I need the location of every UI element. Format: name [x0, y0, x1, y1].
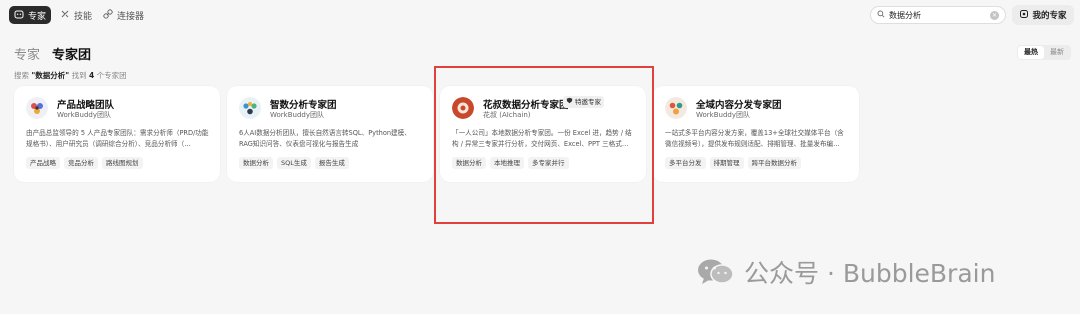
card-org: WorkBuddy团队	[270, 111, 324, 119]
result-prefix: 搜索	[14, 71, 29, 80]
sort-new[interactable]: 最新	[1044, 46, 1070, 59]
search-result-summary: 搜索 "数据分析" 找到 4 个专家团	[14, 70, 127, 81]
sort-toggle: 最热 最新	[1017, 45, 1071, 60]
my-experts-button[interactable]: 我的专家	[1012, 5, 1074, 25]
result-count: 4	[89, 71, 95, 80]
clear-icon[interactable]: ✕	[990, 10, 999, 20]
nav-tab-connectors-label: 连接器	[117, 11, 145, 22]
sort-hot[interactable]: 最热	[1018, 46, 1044, 59]
result-suffix: 个专家团	[96, 71, 127, 80]
tag: 排期管理	[709, 157, 744, 169]
card-description: 一站式多平台内容分发方案，覆盖13+全球社交媒体平台（含微信视频号），提供发布规…	[665, 129, 844, 148]
skill-icon	[60, 9, 70, 22]
expert-card[interactable]: 全域内容分发专家团 WorkBuddy团队 一站式多平台内容分发方案，覆盖13+…	[653, 86, 859, 182]
card-tags: 产品战略 竞品分析 路线图规划	[26, 157, 143, 169]
card-org: WorkBuddy团队	[57, 111, 111, 119]
nav-tab-connectors[interactable]: 连接器	[98, 6, 149, 24]
tag: 报告生成	[314, 157, 349, 169]
card-description: 6人AI数据分析团队，擅长自然语言转SQL、Python建模、RAG知识问答、仪…	[239, 129, 411, 148]
nav-tab-skills[interactable]: 技能	[55, 6, 97, 24]
wechat-icon	[696, 257, 736, 287]
result-query: "数据分析"	[31, 71, 70, 80]
tag: 多平台分发	[665, 157, 706, 169]
avatar	[26, 97, 48, 119]
tab-expert-teams[interactable]: 专家团	[52, 44, 91, 63]
my-experts-label: 我的专家	[1032, 11, 1067, 21]
nav-tab-experts[interactable]: 专家	[9, 6, 52, 24]
link-icon	[103, 8, 113, 22]
card-title: 智数分析专家团	[270, 100, 337, 111]
expert-card[interactable]: 产品战略团队 WorkBuddy团队 由产品总监领导的 5 人产品专家团队：需求…	[14, 86, 220, 182]
card-tags: 数据分析 SQL生成 报告生成	[239, 157, 349, 169]
section-tabs: 专家 专家团	[14, 44, 91, 63]
tag: 竞品分析	[64, 157, 98, 169]
tag: 数据分析	[239, 157, 273, 169]
expert-icon	[14, 9, 24, 22]
search-icon	[877, 10, 885, 20]
avatar	[239, 97, 261, 119]
nav-tab-skills-label: 技能	[74, 11, 93, 22]
nav-tab-experts-label: 专家	[28, 11, 47, 22]
card-description: 由产品总监领导的 5 人产品专家团队：需求分析师（PRD/功能规格书）、用户研究…	[26, 129, 209, 148]
card-tags: 多平台分发 排期管理 跨平台数据分析	[665, 157, 801, 169]
highlight-annotation-box	[434, 66, 654, 224]
result-middle: 找到	[71, 71, 87, 80]
card-title: 全域内容分发专家团	[696, 100, 782, 111]
card-org: WorkBuddy团队	[696, 111, 750, 119]
watermark-text: 公众号 · BubbleBrain	[744, 259, 996, 288]
tag: 产品战略	[26, 157, 60, 169]
search-box[interactable]: ✕	[870, 6, 1006, 24]
tag: 路线图规划	[102, 157, 143, 169]
tag: 跨平台数据分析	[747, 157, 801, 169]
watermark: 公众号 · BubbleBrain	[696, 254, 995, 290]
tag: SQL生成	[277, 157, 311, 169]
top-bar: 专家 技能 连接器 ✕ 我的专家	[0, 0, 1080, 30]
card-title: 产品战略团队	[57, 100, 115, 111]
expert-card[interactable]: 智数分析专家团 WorkBuddy团队 6人AI数据分析团队，擅长自然语言转SQ…	[227, 86, 433, 182]
avatar	[665, 97, 687, 119]
badge-icon	[1019, 9, 1029, 22]
search-input[interactable]	[889, 10, 986, 20]
tab-experts[interactable]: 专家	[14, 44, 40, 63]
